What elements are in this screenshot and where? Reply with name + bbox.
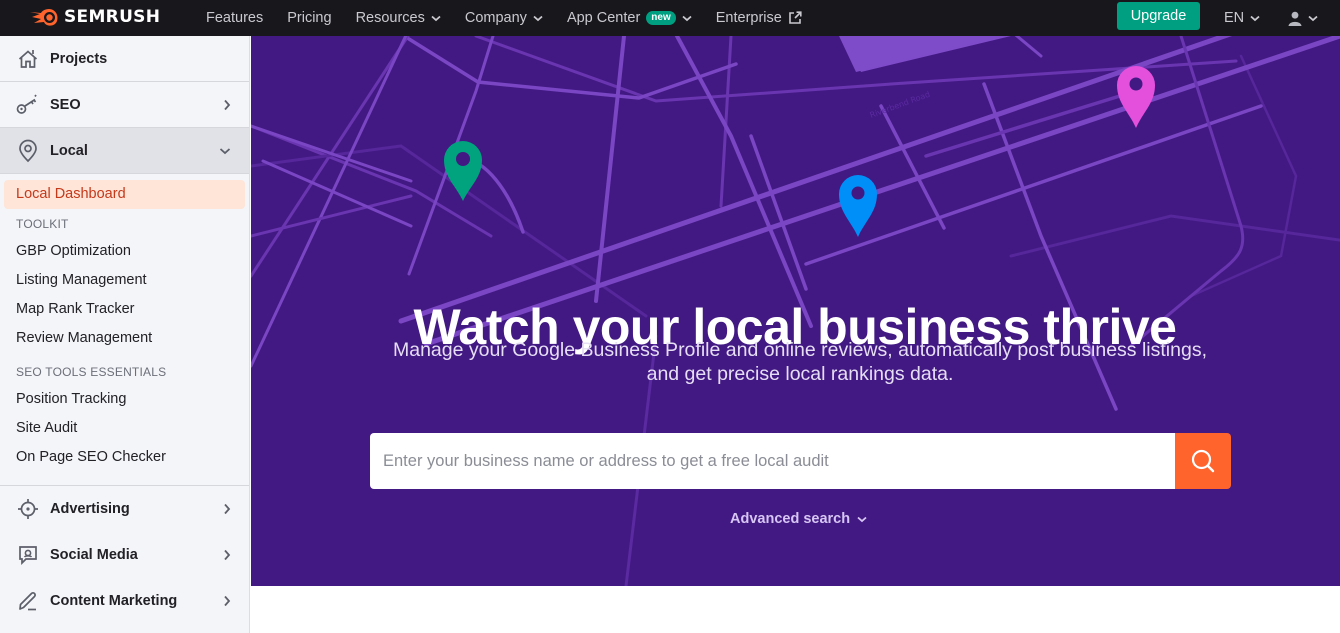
top-navigation-bar: SEMRUSH Features Pricing Resources Compa… bbox=[0, 0, 1340, 36]
sidebar-item-label: Advertising bbox=[50, 501, 130, 517]
sidebar-item-social-media[interactable]: Social Media bbox=[0, 532, 249, 578]
map-pin-pink-icon bbox=[1117, 66, 1155, 128]
semrush-fireball-icon bbox=[30, 9, 58, 26]
sidebar-item-label: Local bbox=[50, 142, 88, 159]
brand-name: SEMRUSH bbox=[64, 7, 161, 27]
sidebar-item-advertising[interactable]: Advertising bbox=[0, 486, 249, 532]
home-icon bbox=[16, 47, 40, 71]
nav-app-center-label: App Center bbox=[566, 10, 641, 26]
chevron-right-icon bbox=[224, 503, 231, 515]
user-icon bbox=[1288, 11, 1302, 26]
nav-resources[interactable]: Resources bbox=[356, 10, 441, 26]
sidebar-link-gbp-optimization[interactable]: GBP Optimization bbox=[4, 237, 245, 266]
advanced-search-toggle[interactable]: Advanced search bbox=[730, 511, 867, 527]
nav-enterprise-label: Enterprise bbox=[715, 10, 782, 26]
sidebar-link-site-audit[interactable]: Site Audit bbox=[4, 414, 245, 443]
external-link-icon bbox=[789, 11, 802, 24]
sidebar: Projects SEO Local Local Dashboard TOOLK… bbox=[0, 36, 250, 633]
upgrade-button[interactable]: Upgrade bbox=[1117, 2, 1200, 30]
street-label: Riverbend Road bbox=[869, 90, 932, 120]
language-selector[interactable]: EN bbox=[1224, 0, 1260, 36]
local-submenu: Local Dashboard TOOLKIT GBP Optimization… bbox=[0, 174, 249, 478]
sidebar-link-on-page-seo-checker[interactable]: On Page SEO Checker bbox=[4, 443, 245, 472]
chevron-down-icon bbox=[1250, 15, 1260, 21]
location-pin-icon bbox=[16, 139, 40, 163]
advanced-search-label: Advanced search bbox=[730, 511, 851, 527]
business-search-form bbox=[370, 433, 1231, 489]
sidebar-link-local-dashboard[interactable]: Local Dashboard bbox=[4, 180, 245, 209]
crosshair-icon bbox=[16, 497, 40, 521]
nav-app-center[interactable]: App Center new bbox=[567, 10, 692, 26]
chevron-right-icon bbox=[224, 595, 231, 607]
semrush-logo[interactable]: SEMRUSH bbox=[28, 6, 160, 28]
sidebar-item-content-marketing[interactable]: Content Marketing bbox=[0, 578, 249, 624]
main-nav: Features Pricing Resources Company App C… bbox=[206, 0, 826, 36]
chat-bubble-icon bbox=[16, 543, 40, 567]
nav-company[interactable]: Company bbox=[465, 10, 543, 26]
new-badge: new bbox=[646, 11, 676, 25]
sidebar-item-seo[interactable]: SEO bbox=[0, 82, 249, 128]
sidebar-item-label: Social Media bbox=[50, 547, 138, 563]
sidebar-link-review-management[interactable]: Review Management bbox=[4, 324, 245, 353]
language-label: EN bbox=[1224, 10, 1245, 26]
toolkit-heading: TOOLKIT bbox=[16, 217, 69, 231]
chevron-down-icon bbox=[857, 516, 867, 522]
business-search-input[interactable] bbox=[370, 433, 1175, 489]
sidebar-item-label: Projects bbox=[50, 50, 108, 67]
key-icon bbox=[16, 93, 40, 117]
pencil-icon bbox=[16, 589, 40, 613]
nav-resources-label: Resources bbox=[355, 10, 425, 26]
sidebar-item-label: Content Marketing bbox=[50, 593, 178, 609]
sidebar-link-listing-management[interactable]: Listing Management bbox=[4, 266, 245, 295]
hero-subtitle: Manage your Google Business Profile and … bbox=[392, 339, 1207, 385]
map-pin-green-icon bbox=[444, 141, 482, 201]
search-button[interactable] bbox=[1175, 433, 1231, 489]
chevron-down-icon bbox=[682, 15, 692, 21]
chevron-down-icon bbox=[1308, 15, 1318, 21]
chevron-down-icon bbox=[431, 15, 441, 21]
user-menu[interactable] bbox=[1288, 0, 1318, 36]
nav-pricing-label: Pricing bbox=[287, 10, 332, 26]
sidebar-item-local[interactable]: Local bbox=[0, 128, 249, 174]
search-icon bbox=[1191, 449, 1215, 473]
chevron-down-icon bbox=[219, 147, 231, 154]
chevron-down-icon bbox=[533, 15, 543, 21]
sidebar-link-position-tracking[interactable]: Position Tracking bbox=[4, 385, 245, 414]
sidebar-item-projects[interactable]: Projects bbox=[0, 36, 249, 82]
seo-essentials-heading: SEO TOOLS ESSENTIALS bbox=[16, 365, 167, 379]
map-pin-blue-icon bbox=[839, 175, 877, 237]
nav-enterprise[interactable]: Enterprise bbox=[716, 10, 802, 26]
nav-features-label: Features bbox=[206, 10, 264, 26]
sidebar-link-map-rank-tracker[interactable]: Map Rank Tracker bbox=[4, 295, 245, 324]
nav-features[interactable]: Features bbox=[206, 10, 263, 26]
chevron-right-icon bbox=[224, 549, 231, 561]
sidebar-item-label: SEO bbox=[50, 96, 81, 113]
nav-pricing[interactable]: Pricing bbox=[287, 10, 331, 26]
hero-section: Riverbend Road Watch your local business… bbox=[251, 36, 1340, 586]
chevron-right-icon bbox=[224, 99, 231, 110]
nav-company-label: Company bbox=[464, 10, 527, 26]
